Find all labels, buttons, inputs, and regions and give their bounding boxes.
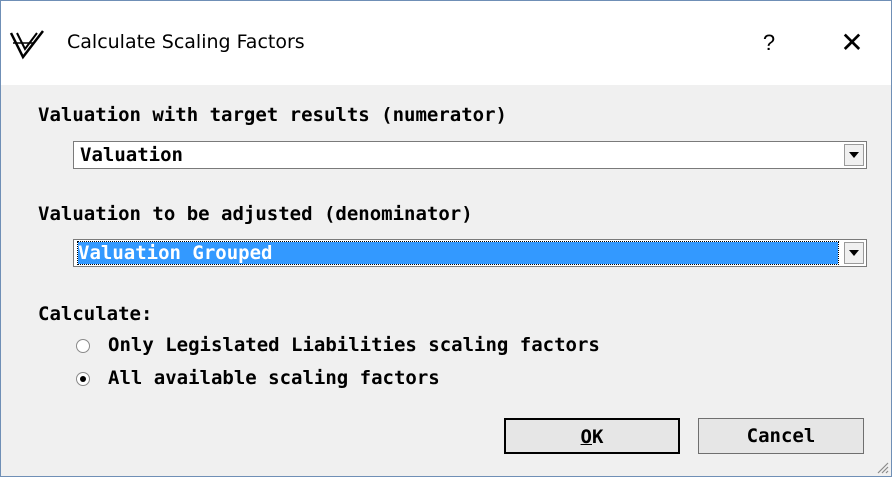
numerator-label: Valuation with target results (numerator… bbox=[38, 104, 507, 126]
option-all-label[interactable]: All available scaling factors bbox=[108, 367, 440, 389]
ok-button[interactable]: OK bbox=[504, 418, 680, 454]
denominator-label: Valuation to be adjusted (denominator) bbox=[38, 203, 473, 225]
help-button[interactable]: ? bbox=[746, 23, 792, 63]
denominator-dropdown-button[interactable] bbox=[844, 242, 864, 264]
cancel-button[interactable]: Cancel bbox=[698, 418, 864, 454]
title-bar: Calculate Scaling Factors ? ✕ bbox=[1, 1, 891, 85]
chevron-down-icon bbox=[849, 250, 859, 256]
denominator-value: Valuation Grouped bbox=[77, 241, 839, 265]
radio-legislated[interactable] bbox=[76, 339, 90, 353]
ok-mnemonic: O bbox=[580, 426, 592, 448]
denominator-combobox[interactable]: Valuation Grouped bbox=[73, 239, 867, 267]
option-legislated-label[interactable]: Only Legislated Liabilities scaling fact… bbox=[108, 334, 600, 356]
numerator-combobox[interactable]: Valuation bbox=[73, 141, 867, 169]
resize-grip-icon[interactable] bbox=[875, 460, 889, 474]
window-title: Calculate Scaling Factors bbox=[67, 31, 305, 53]
chevron-down-icon bbox=[849, 152, 859, 158]
dialog-window: Calculate Scaling Factors ? ✕ Valuation … bbox=[0, 0, 892, 477]
ok-label-rest: K bbox=[592, 426, 604, 448]
radio-all[interactable] bbox=[76, 372, 90, 386]
close-button[interactable]: ✕ bbox=[827, 23, 877, 63]
numerator-dropdown-button[interactable] bbox=[844, 144, 864, 166]
calculate-label: Calculate: bbox=[38, 303, 153, 325]
app-logo-icon bbox=[9, 30, 44, 60]
numerator-value: Valuation bbox=[80, 144, 183, 166]
